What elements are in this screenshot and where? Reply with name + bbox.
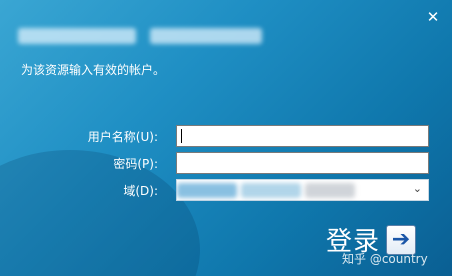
- username-row: 用户名称(U):: [0, 125, 452, 147]
- credential-dialog: ✕ 为该资源输入有效的帐户。 用户名称(U): 密码(P): 域(D): ⌄ 登…: [0, 0, 452, 276]
- text-cursor: [181, 129, 182, 143]
- blurred-domain-value: [177, 183, 355, 198]
- username-label: 用户名称(U):: [87, 130, 158, 144]
- watermark-text: 知乎 @country: [342, 252, 428, 266]
- close-icon[interactable]: ✕: [422, 6, 444, 28]
- dialog-subtitle: 为该资源输入有效的帐户。: [21, 63, 166, 77]
- password-label: 密码(P):: [113, 157, 158, 171]
- domain-label: 域(D):: [123, 184, 158, 198]
- password-row: 密码(P):: [0, 152, 452, 174]
- domain-row: 域(D): ⌄: [0, 179, 452, 201]
- password-input[interactable]: [176, 152, 429, 174]
- blurred-dialog-title: [18, 28, 262, 44]
- domain-select[interactable]: ⌄: [176, 179, 429, 201]
- chevron-down-icon: ⌄: [412, 182, 422, 195]
- username-input[interactable]: [176, 125, 429, 147]
